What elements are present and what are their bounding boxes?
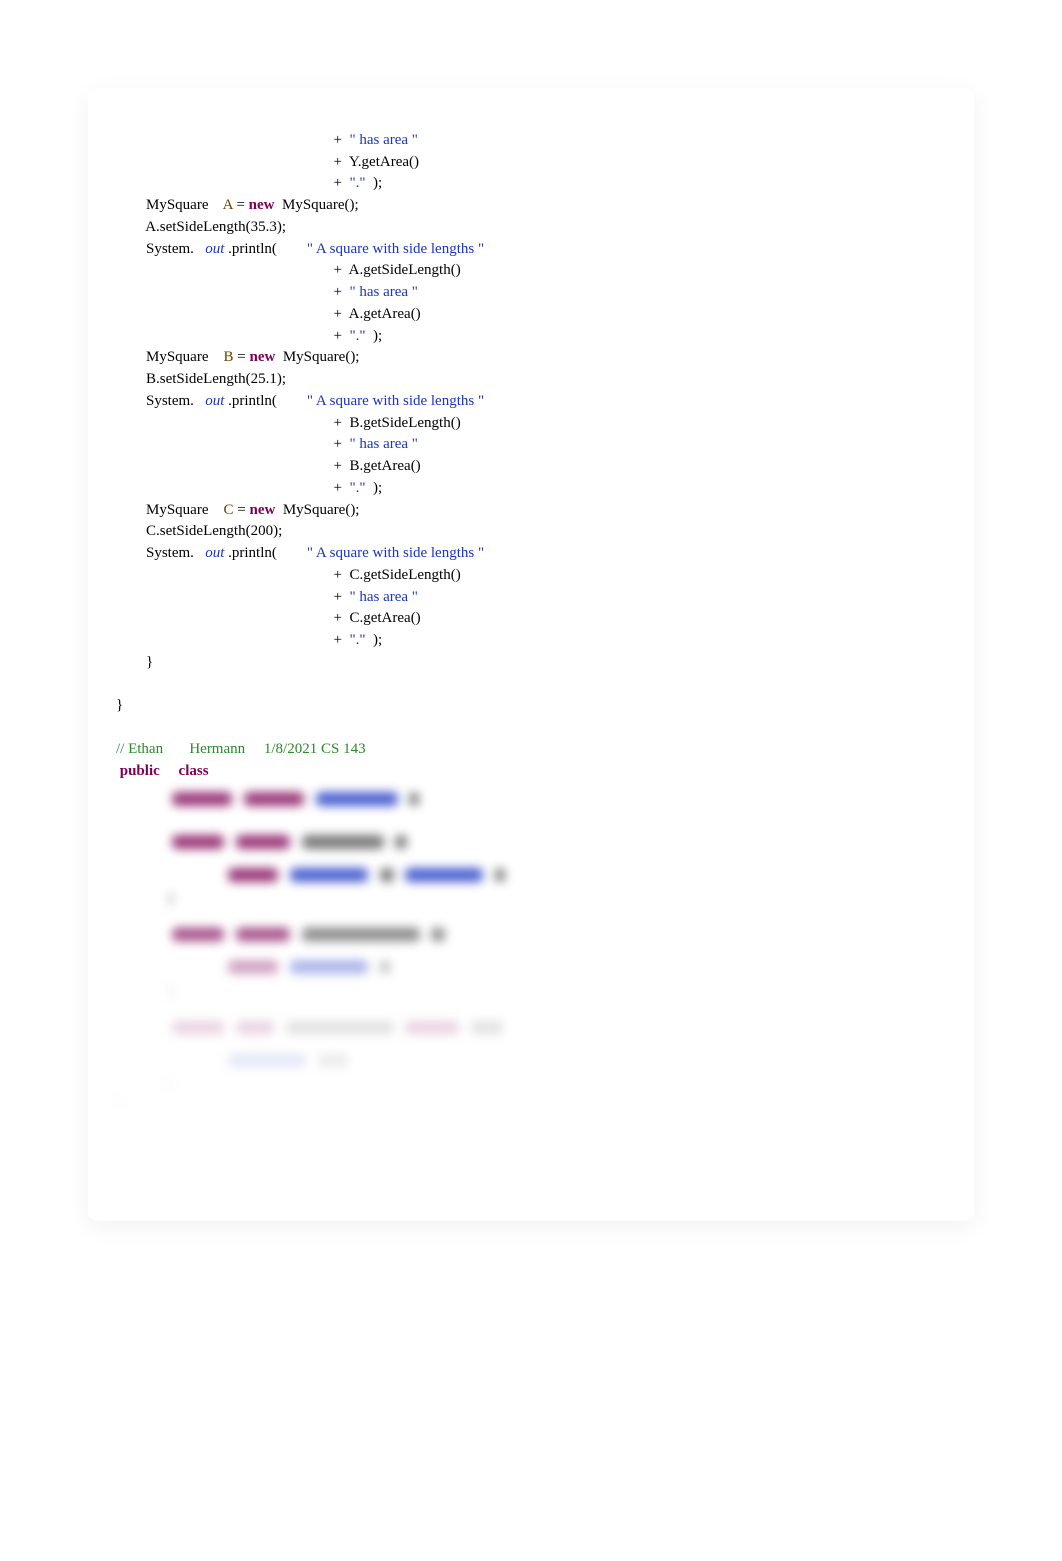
code-line: + B.getSideLength() [116, 415, 461, 431]
code-line: + "." ); [116, 328, 382, 344]
blurred-line [116, 858, 946, 891]
blurred-line [116, 782, 946, 815]
blurred-brace: } [116, 1094, 946, 1111]
code-line: + A.getArea() [116, 306, 421, 322]
blurred-line [116, 1011, 946, 1044]
code-line: System. out .println( " A square with si… [116, 393, 484, 409]
code-line: // Ethan Hermann 1/8/2021 CS 143 [116, 741, 366, 757]
page-container: + " has area " + Y.getArea() + "." ); My… [0, 0, 1062, 1261]
code-line: + C.getArea() [116, 610, 421, 626]
blurred-line [116, 918, 946, 951]
code-line: A.setSideLength(35.3); [116, 219, 286, 235]
code-line: + " has area " [116, 132, 418, 148]
code-line: + A.getSideLength() [116, 262, 461, 278]
code-line: } [116, 654, 153, 670]
blurred-line [116, 1044, 946, 1077]
code-line: + " has area " [116, 589, 418, 605]
code-line: } [116, 697, 123, 713]
code-line: C.setSideLength(200); [116, 523, 282, 539]
code-line: System. out .println( " A square with si… [116, 241, 484, 257]
code-line: + " has area " [116, 284, 418, 300]
code-line: MySquare C = new MySquare(); [116, 502, 359, 518]
blurred-brace: } [116, 891, 946, 908]
code-line: System. out .println( " A square with si… [116, 545, 484, 561]
blurred-line [116, 825, 946, 858]
code-card: + " has area " + Y.getArea() + "." ); My… [88, 88, 974, 1221]
code-line: public class [116, 763, 239, 779]
blurred-line [116, 951, 946, 984]
code-line: + "." ); [116, 175, 382, 191]
code-line: + "." ); [116, 632, 382, 648]
code-line: B.setSideLength(25.1); [116, 371, 286, 387]
code-line: + B.getArea() [116, 458, 421, 474]
code-line: + " has area " [116, 436, 418, 452]
code-line: MySquare A = new MySquare(); [116, 197, 359, 213]
code-listing: + " has area " + Y.getArea() + "." ); My… [116, 108, 946, 782]
code-line [116, 676, 120, 692]
blurred-brace: } [116, 1077, 946, 1094]
code-line: + "." ); [116, 480, 382, 496]
obscured-code-region: } } [116, 782, 946, 1111]
code-line: + C.getSideLength() [116, 567, 461, 583]
code-line: MySquare B = new MySquare(); [116, 349, 359, 365]
blurred-brace: } [116, 984, 946, 1001]
code-line: + Y.getArea() [116, 154, 419, 170]
code-line [116, 719, 120, 735]
